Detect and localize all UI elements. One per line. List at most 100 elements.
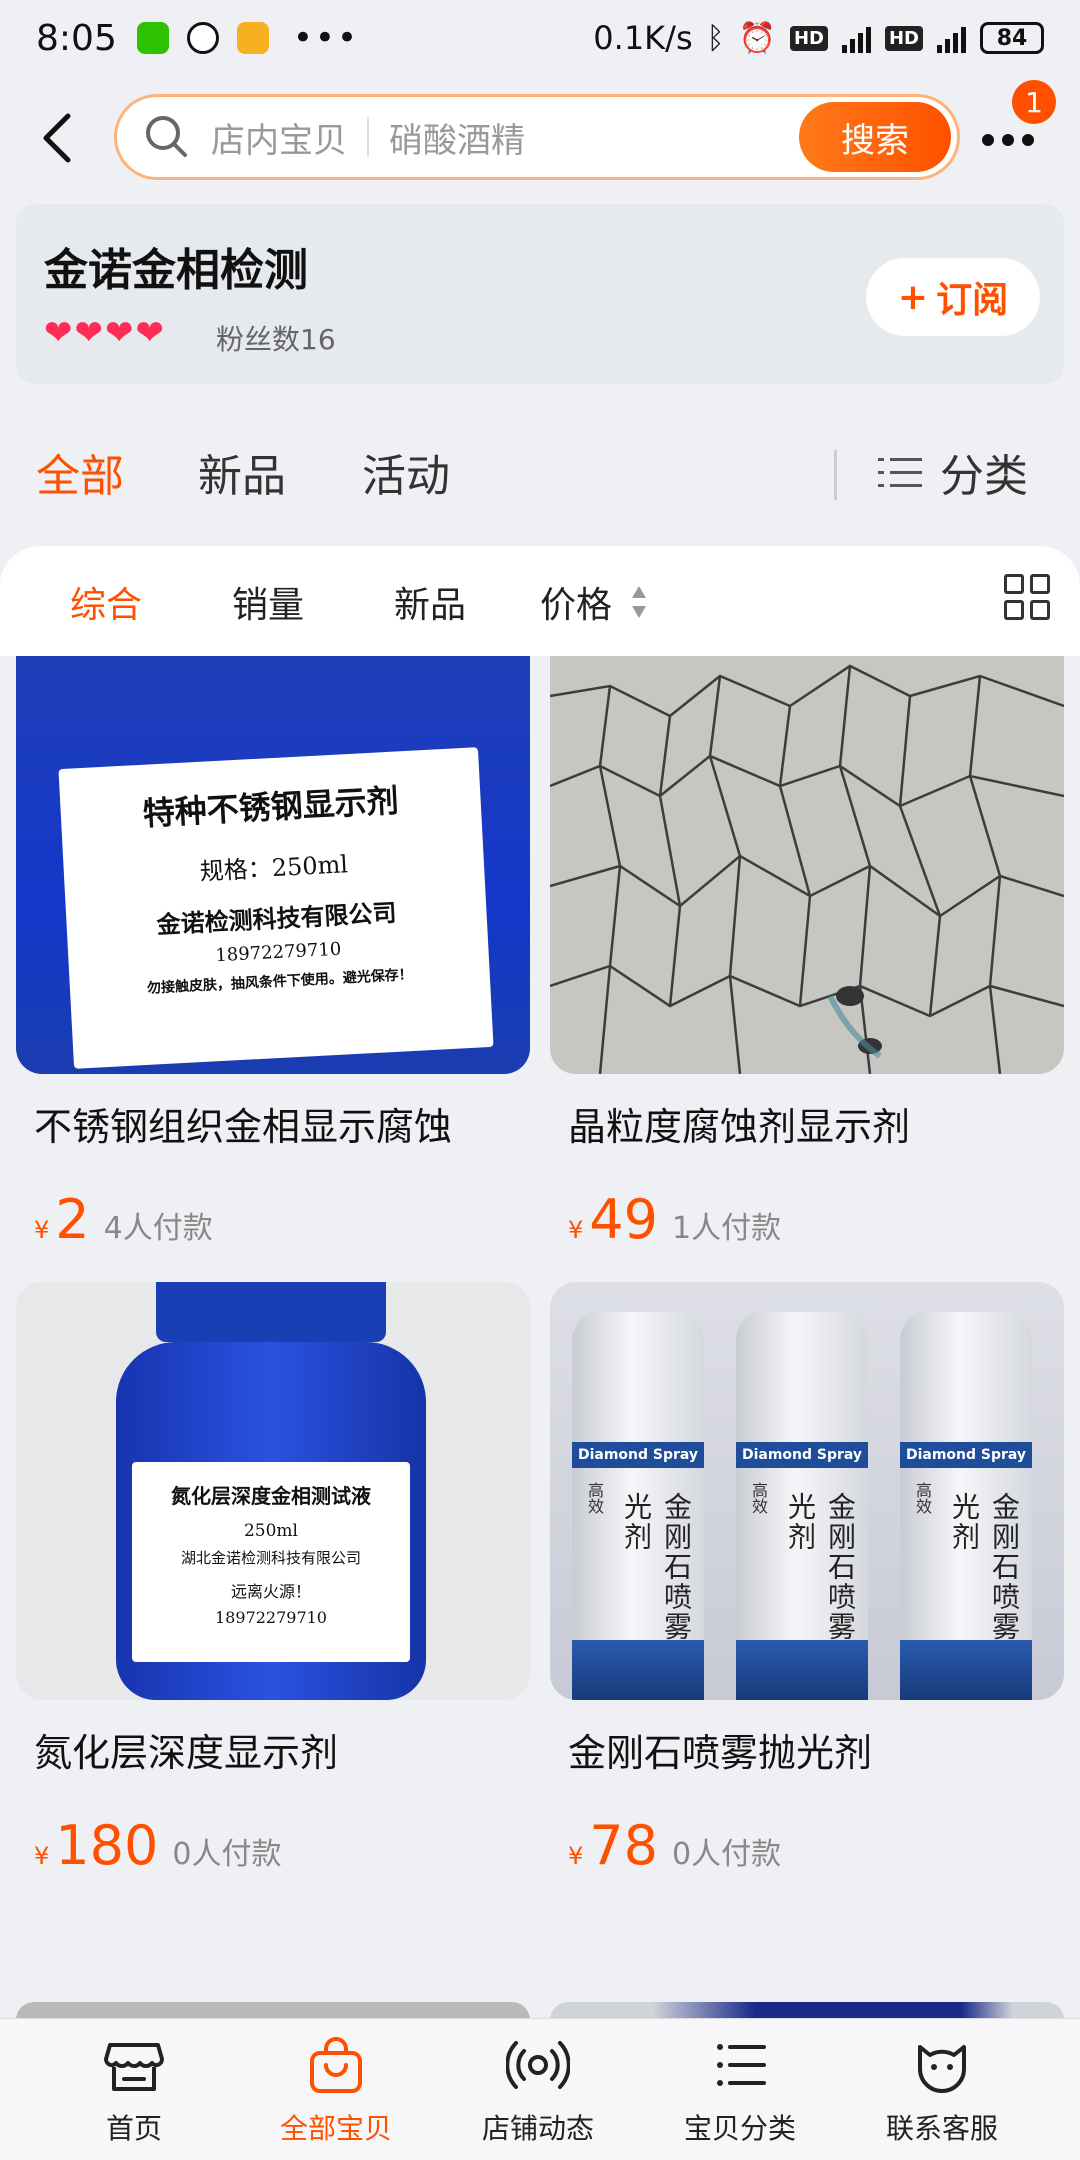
nav-customer-service[interactable]: 联系客服: [842, 2033, 1042, 2147]
signal-1-icon: [841, 23, 871, 53]
shopping-bag-icon: [310, 2037, 362, 2093]
product-price: 180: [55, 1814, 159, 1877]
price-row: ¥ 78 0人付款: [568, 1814, 781, 1877]
notes-app-icon: [236, 22, 269, 54]
can-foot: [736, 1640, 868, 1700]
price-row: ¥ 180 0人付款: [34, 1814, 281, 1877]
shop-tabs: 全部 新品 活动 分类: [0, 430, 1080, 510]
search-header: 店内宝贝 硝酸酒精 搜索 1: [0, 80, 1080, 186]
nav-home[interactable]: 首页: [34, 2033, 234, 2147]
product-title[interactable]: 不锈钢组织金相显示腐蚀: [34, 1096, 452, 1151]
heart-icon: ❤: [135, 313, 165, 353]
status-time: 8:05: [36, 17, 117, 59]
product-price: 78: [589, 1814, 658, 1877]
can-foot: [900, 1640, 1032, 1700]
heart-icon: ❤: [74, 313, 104, 353]
tab-new[interactable]: 新品: [198, 440, 286, 504]
label-company: 湖北金诺检测科技有限公司: [180, 1549, 361, 1567]
tab-divider: [834, 450, 837, 500]
sort-sales[interactable]: 销量: [232, 576, 304, 628]
sort-price[interactable]: 价格: [540, 576, 612, 628]
product-title[interactable]: 金刚石喷雾抛光剂: [568, 1722, 872, 1777]
product-price: 2: [55, 1188, 90, 1251]
product-title[interactable]: 晶粒度腐蚀剂显示剂: [568, 1096, 910, 1151]
bottom-navigation: 首页 全部宝贝 店铺动态 宝贝分类 联系客服: [0, 2018, 1080, 2160]
product-card[interactable]: 氮化层深度金相测试液 250ml 湖北金诺检测科技有限公司 远离火源！ 1897…: [16, 1282, 530, 1922]
bottle-label: 特种不锈钢显示剂 规格：250ml 金诺检测科技有限公司 18972279710…: [58, 747, 494, 1069]
product-image: [550, 656, 1064, 1074]
spray-can: Diamond Spray 高效 金刚石喷雾抛光剂: [736, 1312, 868, 1700]
list-icon: [878, 452, 922, 492]
search-scope-label: 店内宝贝: [211, 120, 347, 161]
product-image: Diamond Spray 高效 金刚石喷雾抛光剂 Diamond Spray …: [550, 1282, 1064, 1700]
price-row: ¥ 49 1人付款: [568, 1188, 781, 1251]
can-foot: [572, 1640, 704, 1700]
more-menu-button[interactable]: [980, 120, 1036, 156]
bluetooth-icon: ᛒ: [706, 20, 725, 56]
product-card[interactable]: 特种不锈钢显示剂 规格：250ml 金诺检测科技有限公司 18972279710…: [16, 656, 530, 1296]
shop-rating-hearts: ❤ ❤ ❤ ❤: [44, 316, 164, 350]
paid-count: 0人付款: [172, 1837, 282, 1872]
grid-view-toggle-icon[interactable]: [1004, 574, 1052, 622]
can-band-text: Diamond Spray: [572, 1442, 704, 1468]
alarm-icon: ⏰: [738, 20, 776, 56]
nav-home-label: 首页: [105, 2112, 162, 2145]
price-row: ¥ 2 4人付款: [34, 1188, 213, 1251]
category-label: 分类: [940, 451, 1028, 502]
search-divider: [367, 117, 369, 157]
spray-can: Diamond Spray 高效 金刚石喷雾抛光剂: [900, 1312, 1032, 1700]
list-icon: [717, 2044, 766, 2086]
sort-bar: 综合 销量 新品 价格: [0, 546, 1080, 656]
label-phone: 18972279710: [215, 1608, 327, 1627]
back-button[interactable]: [36, 110, 80, 166]
paid-count: 4人付款: [103, 1211, 213, 1246]
plus-icon: +: [897, 276, 929, 318]
nav-all-items[interactable]: 全部宝贝: [236, 2033, 436, 2147]
nav-categories-label: 宝贝分类: [683, 2112, 796, 2145]
currency-symbol: ¥: [568, 1216, 584, 1244]
tab-category[interactable]: 分类: [878, 440, 1028, 504]
search-input[interactable]: 硝酸酒精: [389, 113, 525, 162]
can-band-text: Diamond Spray: [736, 1442, 868, 1468]
back-arrow-icon: [43, 113, 71, 163]
tab-activity[interactable]: 活动: [362, 440, 450, 504]
grain-microstructure-image: [550, 656, 1064, 1074]
sort-overall[interactable]: 综合: [70, 576, 142, 628]
label-title: 特种不锈钢显示剂: [141, 781, 400, 833]
sort-new[interactable]: 新品: [394, 576, 466, 628]
currency-symbol: ¥: [34, 1216, 50, 1244]
sort-arrows-icon: [632, 586, 646, 618]
hd-badge: HD: [789, 25, 828, 51]
nav-shop-news-label: 店铺动态: [481, 2112, 594, 2145]
label-spec: 250ml: [243, 1521, 298, 1541]
subscribe-button[interactable]: + 订阅: [866, 258, 1040, 336]
label-spec: 规格：250ml: [199, 850, 349, 886]
search-button[interactable]: 搜索: [799, 102, 951, 172]
can-band-text: Diamond Spray: [900, 1442, 1032, 1468]
product-price: 49: [589, 1188, 658, 1251]
spray-can: Diamond Spray 高效 金刚石喷雾抛光剂: [572, 1312, 704, 1700]
product-card[interactable]: Diamond Spray 高效 金刚石喷雾抛光剂 Diamond Spray …: [550, 1282, 1064, 1922]
can-small-text: 高效: [585, 1482, 604, 1514]
tab-all[interactable]: 全部: [36, 440, 124, 504]
subscribe-label: 订阅: [936, 280, 1009, 321]
nav-shop-news[interactable]: 店铺动态: [438, 2033, 638, 2147]
broadcast-icon: [505, 2041, 571, 2089]
search-box[interactable]: 店内宝贝 硝酸酒精 搜索: [114, 94, 960, 180]
paid-count: 1人付款: [672, 1211, 782, 1246]
nav-categories[interactable]: 宝贝分类: [640, 2033, 840, 2147]
heart-icon: ❤: [105, 313, 134, 353]
product-image: 氮化层深度金相测试液 250ml 湖北金诺检测科技有限公司 远离火源！ 1897…: [16, 1282, 530, 1700]
product-grid: 特种不锈钢显示剂 规格：250ml 金诺检测科技有限公司 18972279710…: [0, 656, 1080, 2020]
product-title[interactable]: 氮化层深度显示剂: [34, 1722, 338, 1777]
label-title: 氮化层深度金相测试液: [171, 1484, 371, 1508]
more-notifications-icon: •••: [292, 18, 360, 58]
shop-info-card: 金诺金相检测 ❤ ❤ ❤ ❤ 粉丝数16 + 订阅: [16, 204, 1064, 384]
network-speed: 0.1K/s: [593, 19, 693, 57]
wechat-icon: [136, 22, 169, 54]
product-card[interactable]: 晶粒度腐蚀剂显示剂 ¥ 49 1人付款: [550, 656, 1064, 1296]
currency-symbol: ¥: [34, 1842, 50, 1870]
nav-customer-service-label: 联系客服: [885, 2112, 998, 2145]
can-small-text: 高效: [749, 1482, 768, 1514]
signal-2-icon: [937, 23, 966, 53]
